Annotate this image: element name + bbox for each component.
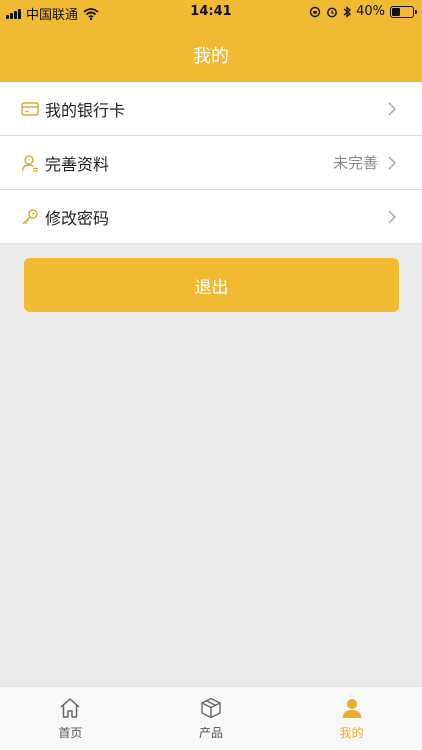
profile-status-value: 未完善 <box>332 154 378 172</box>
battery-icon <box>390 5 417 18</box>
orientation-lock-icon <box>309 6 321 17</box>
menu-item-complete-profile[interactable]: 完善资料 未完善 <box>0 136 422 190</box>
status-bar: 中国联通 14:41 40% <box>0 0 422 24</box>
battery-percent: 40% <box>356 4 385 19</box>
bank-card-icon <box>20 99 40 119</box>
key-icon <box>20 207 40 227</box>
menu-list: 我的银行卡 完善资料 未完善 修改密码 <box>0 82 422 244</box>
menu-item-label: 修改密码 <box>45 208 110 228</box>
logout-button[interactable]: 退出 <box>24 258 399 312</box>
menu-item-bank-card[interactable]: 我的银行卡 <box>0 82 422 136</box>
tab-mine[interactable]: 我的 <box>281 687 422 750</box>
menu-item-label: 我的银行卡 <box>45 100 126 120</box>
tab-label: 产品 <box>199 726 224 740</box>
person-icon <box>342 699 362 718</box>
alarm-icon <box>327 7 337 17</box>
chevron-right-icon <box>388 101 397 116</box>
chevron-right-icon <box>388 155 397 170</box>
tab-label: 首页 <box>58 726 83 740</box>
menu-item-change-password[interactable]: 修改密码 <box>0 190 422 244</box>
box-icon <box>201 697 221 719</box>
tab-bar: 首页 产品 我的 <box>0 686 422 750</box>
tab-products[interactable]: 产品 <box>141 687 282 750</box>
tab-label: 我的 <box>339 726 364 740</box>
tab-home[interactable]: 首页 <box>0 687 141 750</box>
status-right: 40% <box>309 4 417 19</box>
chevron-right-icon <box>388 209 397 224</box>
menu-item-label: 完善资料 <box>45 154 110 174</box>
home-icon <box>60 698 80 718</box>
header: 中国联通 14:41 40% 我的 <box>0 0 422 82</box>
battery-fill <box>392 7 400 16</box>
page-title: 我的 <box>193 46 229 67</box>
user-profile-icon <box>20 153 40 173</box>
bluetooth-icon <box>343 5 352 18</box>
